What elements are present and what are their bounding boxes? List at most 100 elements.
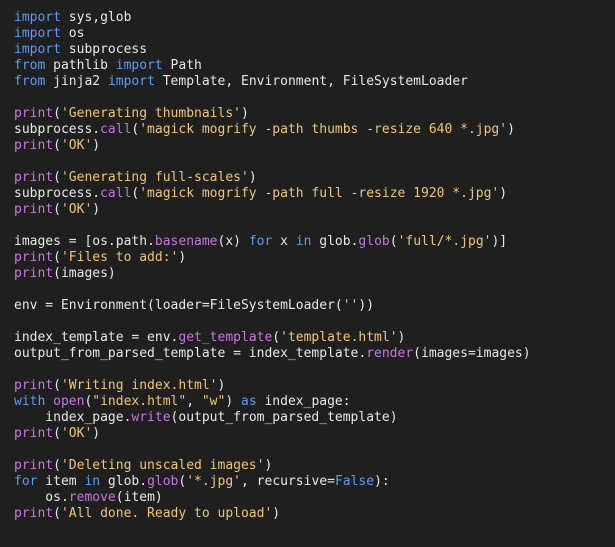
code-line: import subprocess <box>14 42 615 58</box>
code-line: print('Writing index.html') <box>14 378 615 394</box>
code-token-txt: ( <box>53 506 61 521</box>
code-token-txt: ) <box>264 458 273 473</box>
code-token-txt: ) <box>178 250 187 265</box>
code-token-txt: os. <box>14 490 69 505</box>
code-token-txt: ( <box>389 234 398 249</box>
code-token-fn: basename <box>154 234 218 249</box>
code-token-fn: call <box>100 186 132 201</box>
code-line: from pathlib import Path <box>14 58 615 74</box>
code-line: print('Generating full-scales') <box>14 170 615 186</box>
code-token-kw: import <box>14 42 61 57</box>
code-token-str: "index.html" <box>92 394 187 409</box>
code-token-kw: from <box>14 74 46 89</box>
code-line: os.remove(item) <box>14 490 615 506</box>
code-token-str: '*.jpg' <box>186 474 242 489</box>
code-token-txt: ) <box>217 378 226 393</box>
code-token-fn: print <box>14 250 54 265</box>
code-line: env = Environment(loader=FileSystemLoade… <box>14 298 615 314</box>
code-line: import sys,glob <box>14 10 615 26</box>
code-line: with open("index.html", "w") as index_pa… <box>14 394 615 410</box>
code-token-txt: (x) <box>217 234 249 249</box>
code-token-str: 'Writing index.html' <box>60 378 218 393</box>
code-token-txt: index_template = env. <box>14 330 179 345</box>
code-token-txt: x <box>272 234 296 249</box>
code-token-txt: env = Environment(loader=FileSystemLoade… <box>14 298 343 313</box>
code-token-txt: ( <box>53 138 61 153</box>
code-token-txt: (output_from_parsed_template) <box>170 410 398 425</box>
code-token-txt: , <box>186 394 202 409</box>
code-token-txt: item <box>37 474 85 489</box>
code-token-str: 'OK' <box>60 138 93 153</box>
code-token-txt: ) <box>507 122 515 137</box>
code-token-txt: (item) <box>115 490 163 505</box>
code-token-kw: for <box>14 474 38 489</box>
code-token-txt: ( <box>53 378 61 393</box>
code-token-str: 'Generating full-scales' <box>60 170 249 185</box>
code-token-str: 'OK' <box>60 202 93 217</box>
code-line: for item in glob.glob('*.jpg', recursive… <box>14 474 615 490</box>
code-token-fn: print <box>14 170 54 185</box>
code-token-txt: ( <box>53 170 61 185</box>
code-token-txt: subprocess. <box>14 122 101 137</box>
code-token-fn: print <box>14 506 54 521</box>
code-token-txt: sys,glob <box>60 10 132 25</box>
code-token-str: "w" <box>201 394 226 409</box>
code-token-str: 'Files to add:' <box>60 250 179 265</box>
code-token-txt: Template, Environment, FileSystemLoader <box>154 74 468 89</box>
code-token-str: '' <box>342 298 359 313</box>
code-line: print('OK') <box>14 138 615 154</box>
code-token-txt: ( <box>272 330 281 345</box>
code-token-txt: index_page: <box>256 394 351 409</box>
code-token-txt: ( <box>53 202 61 217</box>
code-token-fn: print <box>14 138 54 153</box>
code-token-txt: subprocess. <box>14 186 101 201</box>
code-token-kw: import <box>115 58 163 73</box>
code-line: index_template = env.get_template('templ… <box>14 330 615 346</box>
code-token-bool: False <box>334 474 375 489</box>
code-token-txt: ( <box>53 458 61 473</box>
code-line: print('All done. Ready to upload') <box>14 506 615 522</box>
code-token-txt: ) <box>240 106 249 121</box>
code-token-str: 'Deleting unscaled images' <box>60 458 265 473</box>
code-token-fn: remove <box>68 490 116 505</box>
code-token-kw: as <box>241 394 257 409</box>
code-token-txt: ( <box>53 250 61 265</box>
code-token-txt: ) <box>225 394 241 409</box>
code-token-txt: os <box>60 26 85 41</box>
code-token-str: 'magick mogrify -path thumbs -resize 640… <box>139 122 508 137</box>
code-line: print('Deleting unscaled images') <box>14 458 615 474</box>
code-line: subprocess.call('magick mogrify -path th… <box>14 122 615 138</box>
code-token-str: 'Generating thumbnails' <box>60 106 241 121</box>
code-token-txt: ) <box>92 138 101 153</box>
code-token-txt: glob. <box>100 474 148 489</box>
code-line: print('Files to add:') <box>14 250 615 266</box>
code-token-txt: glob. <box>311 234 359 249</box>
code-token-fn: print <box>14 106 54 121</box>
code-editor[interactable]: import sys,glob import os import subproces… <box>0 0 615 547</box>
code-line: images = [os.path.basename(x) for x in g… <box>14 234 615 250</box>
code-token-str: 'full/*.jpg' <box>397 234 492 249</box>
code-token-fn: glob <box>147 474 179 489</box>
code-line: print('Generating thumbnails') <box>14 106 615 122</box>
code-token-txt: images = [os.path. <box>14 234 155 249</box>
code-token-fn: call <box>100 122 132 137</box>
code-token-txt: Path <box>162 58 202 73</box>
code-token-txt: ( <box>53 106 61 121</box>
code-token-txt: ) <box>499 186 508 201</box>
code-token-txt: index_page. <box>14 410 132 425</box>
code-token-str: 'magick mogrify -path full -resize 1920 … <box>139 186 500 201</box>
code-token-txt: ) <box>397 330 406 345</box>
code-token-fn: print <box>14 378 54 393</box>
code-token-txt: ) <box>248 170 257 185</box>
code-token-str: 'template.html' <box>280 330 398 345</box>
code-line: print('OK') <box>14 202 615 218</box>
code-token-txt: , recursive= <box>241 474 335 489</box>
code-token-fn: open <box>53 394 85 409</box>
